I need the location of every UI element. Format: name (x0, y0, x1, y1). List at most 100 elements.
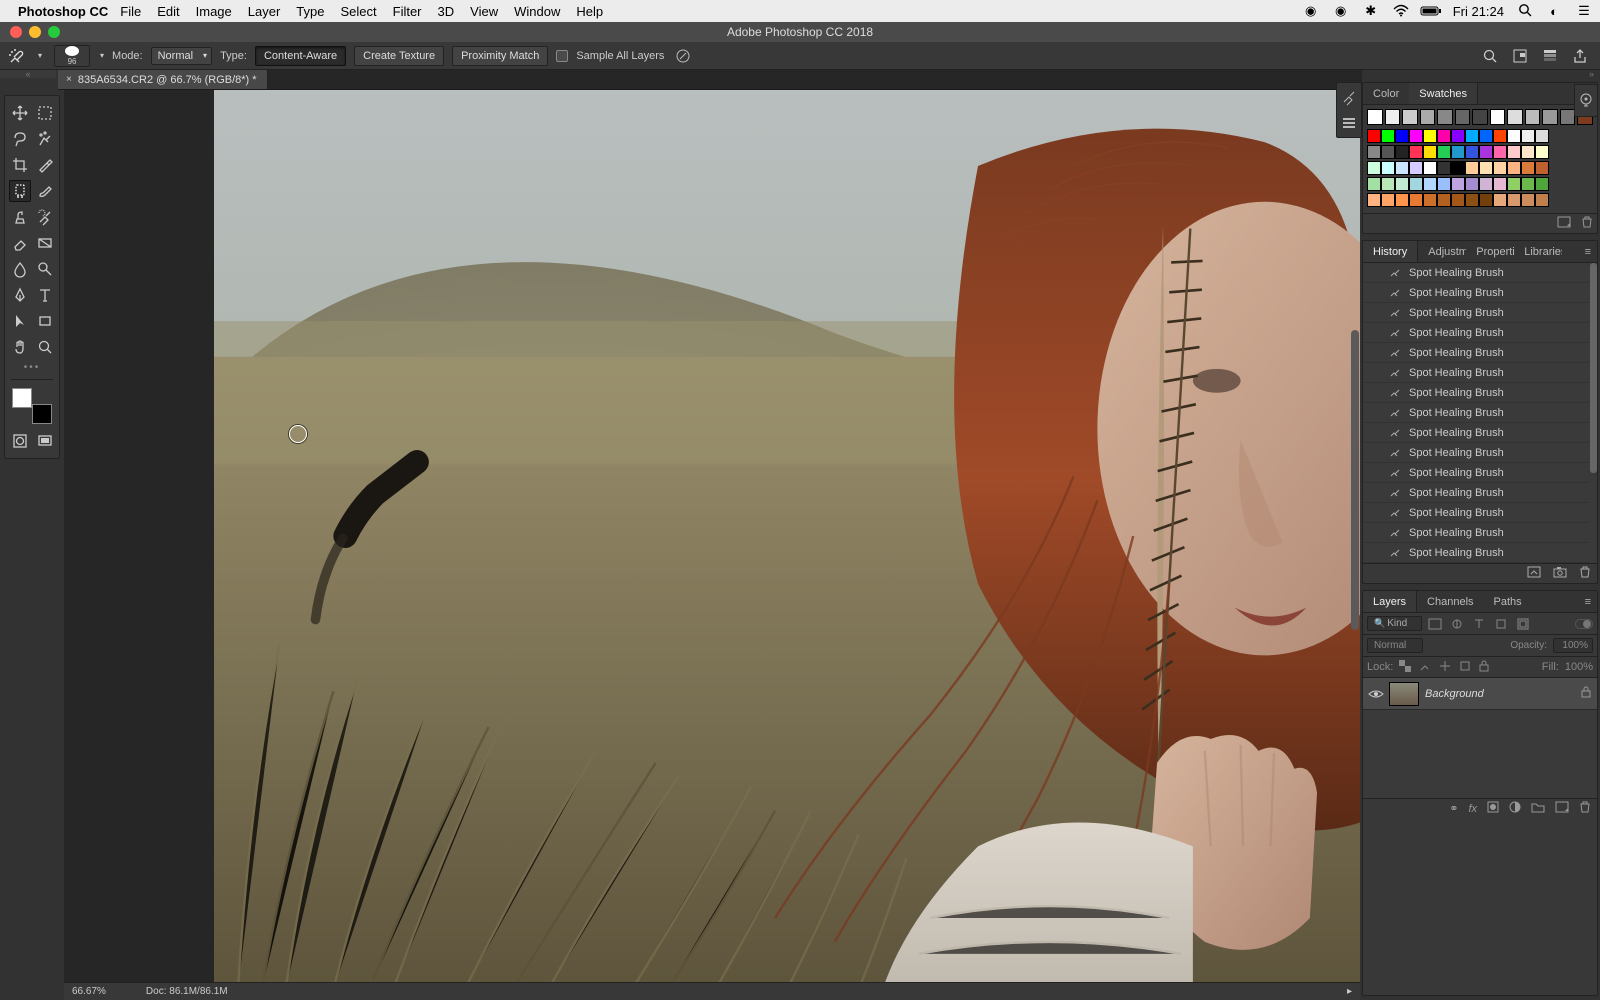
layer-mask-icon[interactable] (1487, 801, 1499, 816)
menubar-spotlight-icon[interactable] (1518, 3, 1532, 20)
swatch[interactable] (1479, 129, 1493, 143)
swatch[interactable] (1521, 161, 1535, 175)
swatch[interactable] (1465, 161, 1479, 175)
brushes-panel-icon[interactable] (1341, 115, 1357, 131)
tool-type[interactable] (34, 284, 56, 306)
swatch[interactable] (1535, 145, 1549, 159)
tab-swatches[interactable]: Swatches (1409, 83, 1478, 104)
history-item[interactable]: Spot Healing Brush (1363, 463, 1589, 483)
menubar-screenrecord-icon[interactable]: ◉ (1303, 3, 1319, 19)
swatch[interactable] (1542, 109, 1558, 125)
swatch[interactable] (1437, 129, 1451, 143)
tool-preset-chevron-icon[interactable]: ▾ (38, 51, 42, 60)
menu-window[interactable]: Window (514, 4, 560, 19)
swatch[interactable] (1479, 193, 1493, 207)
panel-menu-icon[interactable]: ≡ (1579, 246, 1597, 258)
tool-gradient[interactable] (34, 232, 56, 254)
current-tool-icon[interactable] (6, 45, 28, 67)
history-delete-icon[interactable] (1579, 566, 1591, 581)
history-scrollbar[interactable] (1590, 263, 1597, 563)
menubar-cc-icon[interactable]: ◉ (1333, 3, 1349, 19)
brush-settings-panel-icon[interactable] (1341, 89, 1357, 105)
tool-path-select[interactable] (9, 310, 31, 332)
layer-link-icon[interactable]: ⚭ (1449, 802, 1458, 815)
tools-collapse-handle[interactable]: « (0, 70, 56, 78)
swatch[interactable] (1451, 193, 1465, 207)
mode-dropdown[interactable]: Normal ▾ (151, 47, 212, 65)
lock-transparent-icon[interactable] (1399, 660, 1413, 674)
filter-toggle[interactable] (1575, 619, 1593, 629)
swatch[interactable] (1381, 177, 1395, 191)
tab-close-icon[interactable]: × (66, 74, 72, 85)
layer-new-icon[interactable] (1555, 801, 1569, 816)
history-item[interactable]: Spot Healing Brush (1363, 423, 1589, 443)
fill-input[interactable]: 100% (1565, 661, 1593, 673)
tool-eyedropper[interactable] (34, 154, 56, 176)
tool-lasso[interactable] (9, 128, 31, 150)
tool-pen[interactable] (9, 284, 31, 306)
tool-hand[interactable] (9, 336, 31, 358)
menubar-wifi-icon[interactable] (1393, 3, 1409, 19)
new-swatch-icon[interactable] (1557, 216, 1571, 231)
menubar-bluetooth-icon[interactable]: ✱ (1363, 3, 1379, 19)
swatch[interactable] (1423, 145, 1437, 159)
sample-all-layers-checkbox[interactable] (556, 50, 568, 62)
document-canvas[interactable] (214, 90, 1360, 982)
filter-adjust-icon[interactable] (1448, 617, 1466, 631)
layer-adjustment-icon[interactable] (1509, 801, 1521, 816)
tool-zoom[interactable] (34, 336, 56, 358)
swatch[interactable] (1367, 109, 1383, 125)
type-create-texture-button[interactable]: Create Texture (354, 46, 444, 66)
canvas-area[interactable] (64, 90, 1360, 982)
swatch[interactable] (1437, 177, 1451, 191)
swatch[interactable] (1437, 161, 1451, 175)
tool-quickmask[interactable] (9, 430, 31, 452)
quick-share-icon[interactable] (1512, 48, 1528, 64)
swatch[interactable] (1395, 177, 1409, 191)
pressure-size-icon[interactable] (672, 45, 694, 67)
menu-layer[interactable]: Layer (248, 4, 281, 19)
panel-menu-icon[interactable]: ≡ (1579, 596, 1597, 608)
swatch[interactable] (1437, 145, 1451, 159)
tool-edit-toolbar[interactable]: ••• (5, 362, 59, 373)
swatch[interactable] (1423, 177, 1437, 191)
swatch[interactable] (1423, 129, 1437, 143)
history-item[interactable]: Spot Healing Brush (1363, 443, 1589, 463)
foreground-background-swatch[interactable] (12, 388, 52, 424)
layer-delete-icon[interactable] (1579, 801, 1591, 816)
swatch[interactable] (1507, 193, 1521, 207)
delete-swatch-icon[interactable] (1581, 216, 1593, 231)
history-item[interactable]: Spot Healing Brush (1363, 383, 1589, 403)
swatch[interactable] (1525, 109, 1541, 125)
menubar-clock[interactable]: Fri 21:24 (1453, 4, 1504, 19)
layer-group-icon[interactable] (1531, 801, 1545, 816)
swatch[interactable] (1472, 109, 1488, 125)
opacity-input[interactable]: 100% (1553, 638, 1593, 653)
lock-artboard-icon[interactable] (1459, 660, 1473, 674)
tool-eraser[interactable] (9, 232, 31, 254)
filter-type-icon[interactable] (1470, 617, 1488, 631)
swatch[interactable] (1507, 145, 1521, 159)
menu-help[interactable]: Help (576, 4, 603, 19)
swatch[interactable] (1395, 161, 1409, 175)
menu-filter[interactable]: Filter (393, 4, 422, 19)
swatch[interactable] (1493, 177, 1507, 191)
swatch[interactable] (1385, 109, 1401, 125)
tool-blur[interactable] (9, 258, 31, 280)
window-close-button[interactable] (10, 26, 22, 38)
swatch[interactable] (1521, 177, 1535, 191)
swatch[interactable] (1479, 177, 1493, 191)
swatch[interactable] (1451, 161, 1465, 175)
lock-pixels-icon[interactable] (1419, 660, 1433, 674)
layer-item[interactable]: Background (1363, 678, 1597, 710)
lock-all-icon[interactable] (1479, 660, 1493, 674)
swatch[interactable] (1367, 177, 1381, 191)
filter-smart-icon[interactable] (1514, 617, 1532, 631)
tool-crop[interactable] (9, 154, 31, 176)
swatch[interactable] (1451, 177, 1465, 191)
history-new-doc-icon[interactable] (1527, 566, 1541, 581)
swatch[interactable] (1367, 145, 1381, 159)
swatch[interactable] (1535, 161, 1549, 175)
swatch[interactable] (1535, 193, 1549, 207)
tool-move[interactable] (9, 102, 31, 124)
